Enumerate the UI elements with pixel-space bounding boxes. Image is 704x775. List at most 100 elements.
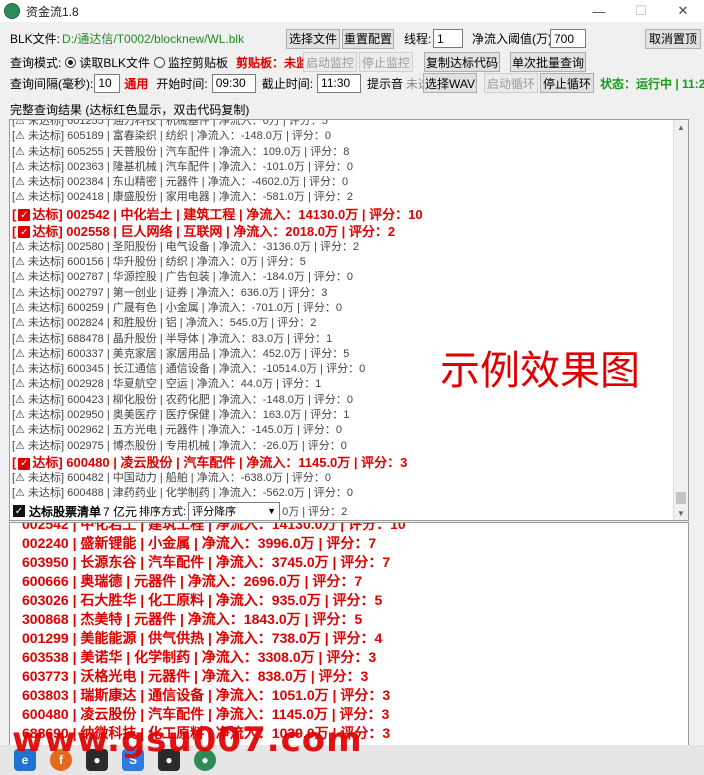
log-line-text: [⚠ 未达标] 002824 | 和胜股份 | 铝 | 净流入：545.0万 |… xyxy=(12,317,317,330)
stop-monitor-button[interactable]: 停止监控 xyxy=(359,52,413,72)
log-line[interactable]: [⚠ 未达标] 002363 | 隆基机械 | 汽车配件 | 净流入：-101.… xyxy=(10,160,674,175)
mode-blk-label: 读取BLK文件 xyxy=(79,55,151,70)
log-line-text: [⚠ 未达标] 002950 | 奥美医疗 | 医疗保健 | 净流入：163.0… xyxy=(12,409,350,422)
window-title: 资金流1.8 xyxy=(26,4,79,19)
log-line[interactable]: [⚠ 未达标] 002962 | 五方光电 | 元器件 | 净流入：-145.0… xyxy=(10,423,674,438)
log-line[interactable]: [⚠ 未达标] 605255 | 天普股份 | 汽车配件 | 净流入：109.0… xyxy=(10,145,674,160)
mode-blk-radio[interactable]: 读取BLK文件 xyxy=(65,54,150,71)
copy-codes-button[interactable]: 复制达标代码 xyxy=(424,52,500,72)
log-line-text: [⚠ 未达标] 605255 | 天普股份 | 汽车配件 | 净流入：109.0… xyxy=(12,145,350,158)
log-line[interactable]: [⚠ 未达标] 600259 | 广晟有色 | 小金属 | 净流入：-701.0… xyxy=(10,301,674,316)
log-line-text: [⚠ 未达标] 600259 | 广晟有色 | 小金属 | 净流入：-701.0… xyxy=(12,301,342,314)
log-line-hit[interactable]: [✓ 达标] 600480 | 凌云股份 | 汽车配件 | 净流入：1145.0万… xyxy=(10,454,674,471)
log-line-text: [⚠ 未达标] 600337 | 美克家居 | 家居用品 | 净流入：452.0… xyxy=(12,347,350,360)
qualified-item[interactable]: 603803 | 瑞斯康达 | 通信设备 | 净流入：1051.0万 | 评分：… xyxy=(10,686,688,705)
sound-label: 提示音 xyxy=(367,76,404,91)
log-line-text: 达标] 002542 | 中化岩土 | 建筑工程 | 净流入：14130.0万 … xyxy=(32,206,423,222)
scroll-down-icon[interactable]: ▼ xyxy=(674,506,688,520)
inflow-threshold-label: 净流入阈值(万): xyxy=(472,32,556,46)
log-line[interactable]: [⚠ 未达标] 600488 | 津药药业 | 化学制药 | 净流入：-562.… xyxy=(10,486,674,501)
qualified-item[interactable]: 002240 | 盛新锂能 | 小金属 | 净流入：3996.0万 | 评分：7 xyxy=(10,534,688,553)
site-watermark: www.gsu007.com xyxy=(12,720,363,760)
interval-input[interactable]: 10 xyxy=(94,73,121,93)
log-line-text: [⚠ 未达标] 688478 | 晶升股份 | 半导体 | 净流入：83.0万 … xyxy=(12,332,333,345)
log-line-text: [⚠ 未达标] 600345 | 长江通信 | 通信设备 | 净流入：-1051… xyxy=(12,363,366,376)
end-time-label: 截止时间: xyxy=(261,76,314,91)
log-line-text: 达标] 600480 | 凌云股份 | 汽车配件 | 净流入：1145.0万 |… xyxy=(32,454,408,470)
log-line-hit[interactable]: [✓ 达标] 002558 | 巨人网络 | 互联网 | 净流入：2018.0万 … xyxy=(10,223,674,240)
log-line-text: [⚠ 未达标] 600482 | 中国动力 | 船舶 | 净流入：-638.0万… xyxy=(12,471,331,484)
interval-label: 查询间隔(毫秒): xyxy=(10,76,94,91)
threads-input[interactable]: 1 xyxy=(433,29,463,48)
log-line-text: [⚠ 未达标] 002787 | 华源控股 | 广告包装 | 净流入：-184.… xyxy=(12,271,353,284)
log-line-text: [⚠ 未达标] 600156 | 华升股份 | 纺织 | 净流入：0万 | 评分… xyxy=(12,256,306,269)
bracket: [ xyxy=(12,206,17,222)
qualified-item[interactable]: 300868 | 杰美特 | 元器件 | 净流入：1843.0万 | 评分：5 xyxy=(10,610,688,629)
checklist-bar: ✓ 达标股票清单 7 亿元 排序方式: 评分降序 ▼ 0万 | 评分：2 xyxy=(10,501,670,520)
log-line[interactable]: [⚠ 未达标] 002950 | 奥美医疗 | 医疗保健 | 净流入：163.0… xyxy=(10,408,674,423)
log-line-text: [⚠ 未达标] 605189 | 富春染织 | 纺织 | 净流入：-148.0万… xyxy=(12,130,331,143)
log-line-hit[interactable]: [✓ 达标] 002542 | 中化岩土 | 建筑工程 | 净流入：14130.0… xyxy=(10,206,674,223)
bracket: [ xyxy=(12,223,17,239)
blk-file-label: BLK文件: xyxy=(10,32,61,46)
log-line[interactable]: [⚠ 未达标] 600482 | 中国动力 | 船舶 | 净流入：-638.0万… xyxy=(10,471,674,486)
blk-file-path: D:/通达信/T0002/blocknew/WL.blk xyxy=(62,32,245,46)
select-file-button[interactable]: 选择文件 xyxy=(286,28,340,49)
end-time-input[interactable]: 11:30 xyxy=(317,73,362,93)
start-monitor-button[interactable]: 启动监控 xyxy=(303,52,357,72)
batch-query-button[interactable]: 单次批量查询 xyxy=(510,52,586,72)
stop-loop-button[interactable]: 停止循环 xyxy=(540,73,594,93)
qualified-item[interactable]: 002542 | 中化岩土 | 建筑工程 | 净流入：14130.0万 | 评分… xyxy=(10,523,688,534)
select-wav-button[interactable]: 选择WAV xyxy=(423,73,477,93)
qualified-item[interactable]: 603773 | 沃格光电 | 元器件 | 净流入：838.0万 | 评分：3 xyxy=(10,667,688,686)
qualified-item[interactable]: 603026 | 石大胜华 | 化工原料 | 净流入：935.0万 | 评分：5 xyxy=(10,591,688,610)
scroll-thumb[interactable] xyxy=(676,492,686,504)
log-line-text: [⚠ 未达标] 600423 | 柳化股份 | 农药化肥 | 净流入：-148.… xyxy=(12,393,353,406)
log-line[interactable]: [⚠ 未达标] 605189 | 富春染织 | 纺织 | 净流入：-148.0万… xyxy=(10,129,674,144)
log-line[interactable]: [⚠ 未达标] 002384 | 东山精密 | 元器件 | 净流入：-4602.… xyxy=(10,175,674,190)
start-loop-button[interactable]: 启动循环 xyxy=(484,73,538,93)
log-line[interactable]: [⚠ 未达标] 600156 | 华升股份 | 纺织 | 净流入：0万 | 评分… xyxy=(10,255,674,270)
log-line[interactable]: [⚠ 未达标] 601255 | 通力科技 | 机械基件 | 净流入：0万 | … xyxy=(10,119,674,129)
log-line-text: [⚠ 未达标] 002384 | 东山精密 | 元器件 | 净流入：-4602.… xyxy=(12,176,349,189)
reset-config-button[interactable]: 重置配置 xyxy=(342,28,394,49)
qualified-list[interactable]: 002542 | 中化岩土 | 建筑工程 | 净流入：14130.0万 | 评分… xyxy=(9,522,689,752)
qualified-item[interactable]: 603538 | 美诺华 | 化学制药 | 净流入：3308.0万 | 评分：3 xyxy=(10,648,688,667)
result-header: 完整查询结果 (达标红色显示，双击代码复制) xyxy=(10,103,250,117)
example-watermark: 示例效果图 xyxy=(440,348,640,394)
checklist-label: 达标股票清单 xyxy=(29,504,102,519)
check-icon: ✓ xyxy=(18,457,31,470)
scroll-up-icon[interactable]: ▲ xyxy=(674,120,688,134)
overlay-tail-text: 0万 | 评分：2 xyxy=(282,506,348,518)
close-icon[interactable]: ✕ xyxy=(662,0,704,22)
query-mode-label: 查询模式: xyxy=(10,55,62,70)
log-line[interactable]: [⚠ 未达标] 002787 | 华源控股 | 广告包装 | 净流入：-184.… xyxy=(10,270,674,285)
maximize-icon: ☐ xyxy=(635,3,647,18)
log-line[interactable]: [⚠ 未达标] 002824 | 和胜股份 | 铝 | 净流入：545.0万 |… xyxy=(10,316,674,331)
result-log[interactable]: [⚠ 未达标] 601255 | 通力科技 | 机械基件 | 净流入：0万 | … xyxy=(9,119,689,521)
status-text: 状态：运行中 | 11:29:5 xyxy=(600,76,704,91)
log-line-text: [⚠ 未达标] 002580 | 圣阳股份 | 电气设备 | 净流入：-3136… xyxy=(12,240,360,253)
log-line[interactable]: [⚠ 未达标] 002797 | 第一创业 | 证券 | 净流入：636.0万 … xyxy=(10,286,674,301)
inflow-threshold-input[interactable]: 700 xyxy=(550,29,586,48)
start-time-label: 开始时间: xyxy=(156,76,208,91)
log-line-text: [⚠ 未达标] 601255 | 通力科技 | 机械基件 | 净流入：0万 | … xyxy=(12,119,328,127)
mode-clipboard-label: 监控剪贴板 xyxy=(168,55,229,70)
log-line[interactable]: [⚠ 未达标] 002580 | 圣阳股份 | 电气设备 | 净流入：-3136… xyxy=(10,240,674,255)
mode-clipboard-radio[interactable]: 监控剪贴板 xyxy=(154,54,228,71)
checklist-checkbox[interactable]: ✓ xyxy=(13,505,25,517)
qualified-item[interactable]: 600666 | 奥瑞德 | 元器件 | 净流入：2696.0万 | 评分：7 xyxy=(10,572,688,591)
minimize-icon[interactable]: — xyxy=(578,0,620,22)
log-line-text: [⚠ 未达标] 002418 | 康盛股份 | 家用电器 | 净流入：-581.… xyxy=(12,191,353,204)
qualified-item[interactable]: 001299 | 美能能源 | 供气供热 | 净流入：738.0万 | 评分：4 xyxy=(10,629,688,648)
sort-select[interactable]: 评分降序 ▼ xyxy=(188,501,281,520)
log-line[interactable]: [⚠ 未达标] 002418 | 康盛股份 | 家用电器 | 净流入：-581.… xyxy=(10,190,674,205)
log-scrollbar[interactable]: ▲ ▼ xyxy=(673,120,688,520)
log-line[interactable]: [⚠ 未达标] 002975 | 博杰股份 | 专用机械 | 净流入：-26.0… xyxy=(10,439,674,454)
check-icon: ✓ xyxy=(18,226,31,239)
qualified-item[interactable]: 603950 | 长源东谷 | 汽车配件 | 净流入：3745.0万 | 评分：… xyxy=(10,553,688,572)
log-line-text: 达标] 002558 | 巨人网络 | 互联网 | 净流入：2018.0万 | … xyxy=(32,223,396,239)
cancel-topmost-button[interactable]: 取消置顶 xyxy=(645,28,701,49)
apply-link[interactable]: 通用 xyxy=(124,75,148,92)
start-time-input[interactable]: 09:30 xyxy=(211,73,256,93)
